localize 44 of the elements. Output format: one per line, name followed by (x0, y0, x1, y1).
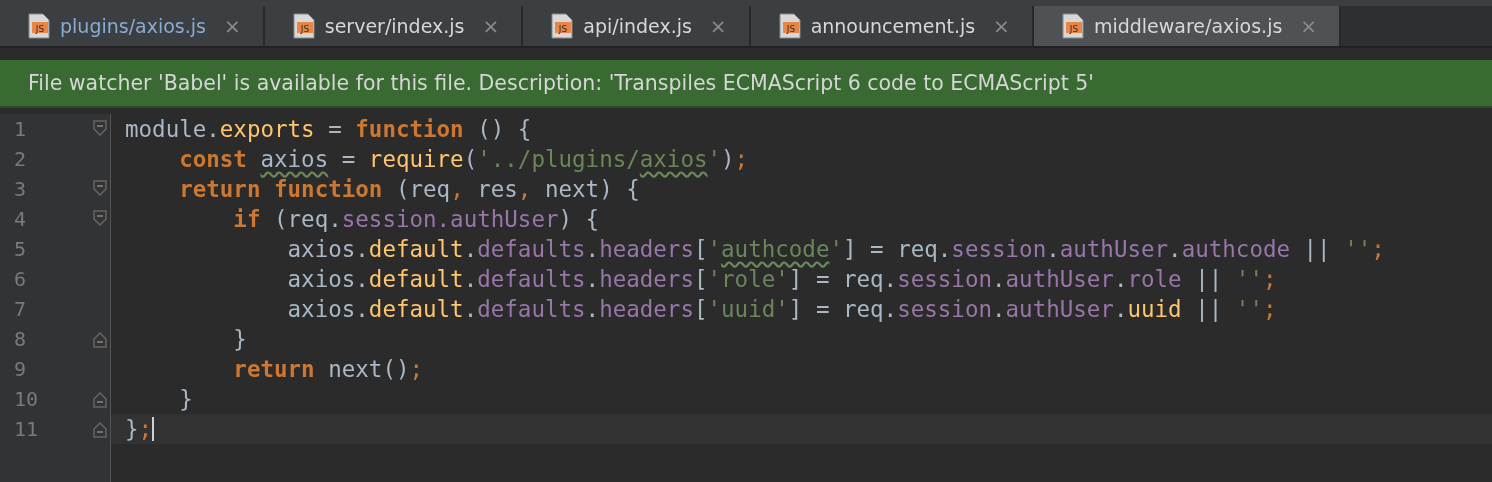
editor-tab[interactable]: JS api/index.js × (523, 6, 751, 46)
line-number: 3 (14, 177, 27, 201)
line-number: 6 (14, 267, 27, 291)
code-line: } (178, 386, 193, 412)
fold-icon[interactable] (92, 119, 108, 139)
close-button[interactable]: × (224, 14, 241, 38)
line-number: 8 (14, 327, 27, 351)
file-icon: JS (551, 13, 574, 39)
line-number: 10 (14, 387, 39, 411)
line-number: 9 (14, 357, 27, 381)
line-number: 5 (14, 237, 27, 261)
line-number: 2 (14, 147, 27, 171)
code-line: if (req.session.authUser) { (232, 206, 600, 232)
editor-tab[interactable]: JS announcement.js × (750, 6, 1034, 46)
editor-tab[interactable]: JS plugins/axios.js × (0, 6, 265, 46)
code-line: return function (req, res, next) { (178, 176, 640, 202)
file-icon: JS (292, 13, 315, 39)
code-line: axios.default.defaults.headers['authcode'] = req.session.authUser.authcode || ''; (286, 236, 1385, 262)
editor-tab[interactable]: JS middleware/axios.js × (1033, 6, 1342, 46)
close-button[interactable]: × (482, 14, 500, 38)
file-icon: JS (1061, 13, 1084, 39)
code-line: axios.default.defaults.headers['uuid'] = req.session.authUser.uuid || ''; (286, 296, 1277, 322)
file-icon: JS (778, 13, 801, 39)
close-button[interactable]: × (709, 14, 727, 38)
code-line: } (232, 326, 247, 352)
fold-icon[interactable] (92, 179, 108, 199)
file-icon: JS (28, 13, 50, 39)
line-number: 11 (14, 417, 39, 441)
code-line: axios.default.defaults.headers['role'] = req.session.authUser.role || ''; (286, 266, 1277, 292)
fold-icon[interactable] (92, 389, 108, 409)
code-line: return next(); (232, 356, 424, 382)
text-cursor (152, 417, 155, 441)
fold-icon[interactable] (92, 209, 108, 229)
close-button[interactable]: × (993, 14, 1010, 38)
code-line: }; (125, 416, 153, 442)
code-line: const axios = require('../plugins/axios'); (178, 146, 749, 172)
code-line: module.exports = function () { (125, 116, 532, 142)
editor-tab[interactable]: JS server/index.js × (264, 6, 524, 46)
line-number: 7 (14, 297, 27, 321)
notification-banner: File watcher 'Babel' is available for this file. Description: 'Transpiles ECMAScript 6 code to ECMAScript 5' (0, 60, 1492, 108)
line-number: 1 (14, 117, 27, 141)
fold-icon[interactable] (92, 419, 108, 439)
fold-icon[interactable] (92, 329, 108, 349)
line-number: 4 (14, 207, 27, 231)
